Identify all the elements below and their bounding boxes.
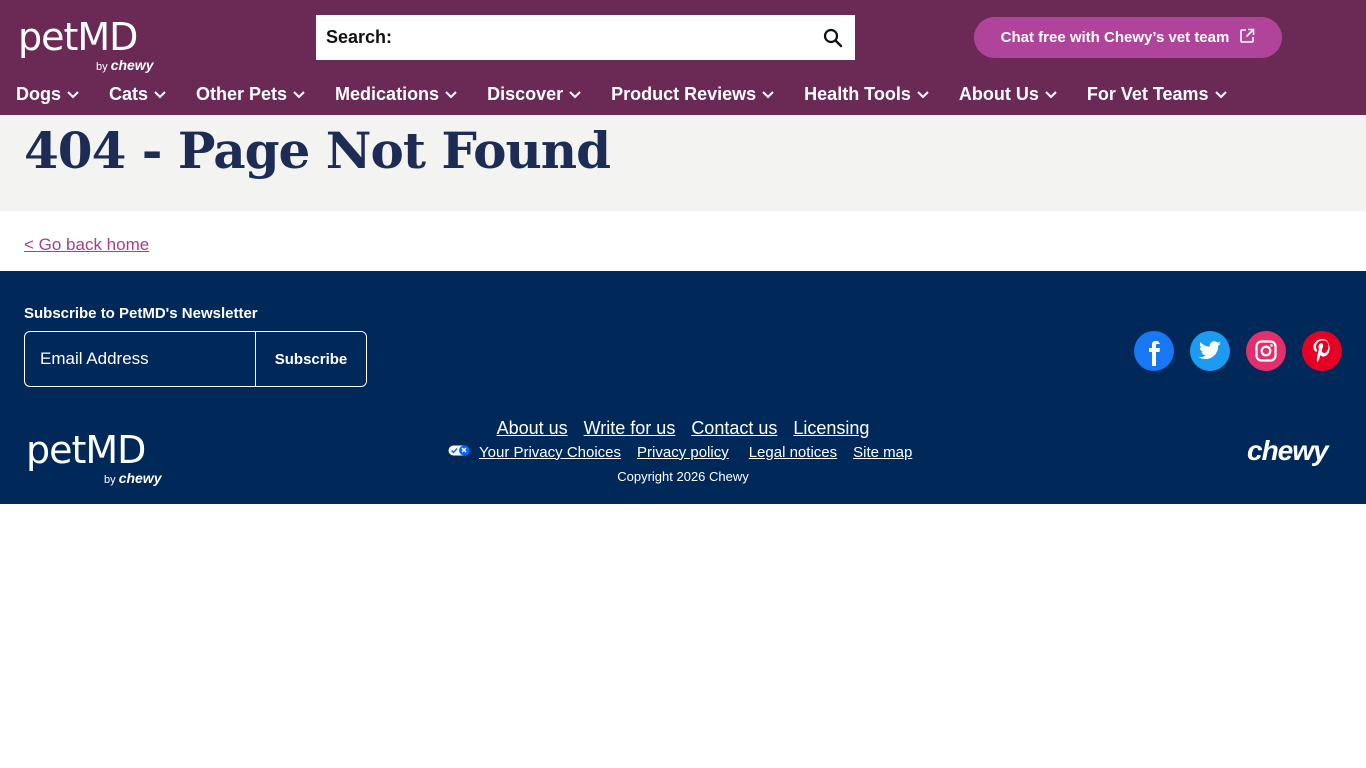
privacy-choices-icon — [448, 443, 470, 461]
nav-label: Discover — [487, 83, 564, 104]
nav-item-about-us[interactable]: About Us — [959, 84, 1057, 105]
nav-label: Medications — [335, 83, 440, 104]
chevron-down-icon — [293, 91, 305, 99]
footer-secondary-links: Your Privacy Choices Privacy policy Lega… — [448, 443, 912, 461]
chat-vet-button[interactable]: Chat free with Chewy’s vet team — [974, 17, 1282, 58]
nav-label: Dogs — [16, 83, 61, 104]
chewy-logo[interactable]: chewy — [1247, 435, 1329, 467]
nav-item-dogs[interactable]: Dogs — [16, 84, 79, 105]
nav-label: Cats — [109, 83, 149, 104]
main-nav: Dogs Cats Other Pets Medications Discove… — [16, 80, 1227, 108]
newsletter-form: Subscribe — [24, 331, 367, 387]
footer-link-write-for-us[interactable]: Write for us — [584, 418, 676, 439]
external-link-icon — [1239, 28, 1255, 48]
pinterest-icon[interactable] — [1302, 331, 1342, 371]
footer-link-legal-notices[interactable]: Legal notices — [749, 444, 837, 461]
chevron-down-icon — [1045, 91, 1057, 99]
logo-wordmark: petMD — [18, 15, 138, 59]
chevron-down-icon — [569, 91, 581, 99]
search-input[interactable] — [392, 15, 811, 60]
site-footer: Subscribe to PetMD's Newsletter Subscrib… — [0, 271, 1366, 504]
footer-link-privacy-choices[interactable]: Your Privacy Choices — [479, 444, 621, 461]
nav-item-medications[interactable]: Medications — [335, 84, 457, 105]
copyright-text: Copyright 2026 Chewy — [617, 469, 749, 484]
page-title: 404 - Page Not Found — [24, 121, 611, 180]
facebook-icon[interactable] — [1134, 331, 1174, 371]
chevron-down-icon — [917, 91, 929, 99]
footer-primary-links: About us Write for us Contact us Licensi… — [0, 418, 1366, 439]
footer-link-about-us[interactable]: About us — [497, 418, 568, 439]
search-icon[interactable] — [811, 15, 855, 60]
nav-label: About Us — [958, 83, 1039, 104]
nav-label: Other Pets — [196, 83, 288, 104]
petmd-logo[interactable]: petMD by chewy — [18, 16, 168, 74]
newsletter-title: Subscribe to PetMD's Newsletter — [24, 305, 258, 322]
nav-item-product-reviews[interactable]: Product Reviews — [611, 84, 774, 105]
instagram-icon[interactable] — [1246, 331, 1286, 371]
nav-item-discover[interactable]: Discover — [487, 84, 581, 105]
search-bar: Search: — [316, 15, 855, 60]
nav-label: Product Reviews — [611, 83, 757, 104]
chat-vet-label: Chat free with Chewy’s vet team — [1000, 29, 1230, 46]
email-field[interactable] — [25, 332, 255, 386]
logo-by: by — [96, 61, 108, 73]
footer-link-site-map[interactable]: Site map — [853, 444, 912, 461]
title-band: 404 - Page Not Found — [0, 115, 1366, 211]
subscribe-button[interactable]: Subscribe — [255, 332, 366, 386]
footer-link-licensing[interactable]: Licensing — [793, 418, 869, 439]
nav-item-for-vet-teams[interactable]: For Vet Teams — [1087, 84, 1227, 105]
nav-item-cats[interactable]: Cats — [109, 84, 166, 105]
logo-byline: by chewy — [96, 58, 154, 74]
chevron-down-icon — [1214, 91, 1227, 99]
chevron-down-icon — [762, 91, 774, 99]
footer-link-contact-us[interactable]: Contact us — [691, 418, 777, 439]
chevron-down-icon — [154, 91, 166, 99]
footer-link-privacy-policy[interactable]: Privacy policy — [637, 444, 729, 461]
nav-label: For Vet Teams — [1086, 83, 1209, 104]
chevron-down-icon — [67, 91, 79, 99]
nav-item-health-tools[interactable]: Health Tools — [804, 84, 929, 105]
nav-item-other-pets[interactable]: Other Pets — [196, 84, 305, 105]
logo-brand: chewy — [110, 57, 154, 73]
go-back-home-link[interactable]: < Go back home — [24, 235, 149, 255]
chevron-down-icon — [445, 91, 457, 99]
twitter-icon[interactable] — [1190, 331, 1230, 371]
search-label: Search: — [326, 27, 393, 47]
site-header: petMD by chewy Search: Chat free with Ch… — [0, 0, 1366, 115]
nav-label: Health Tools — [804, 83, 911, 104]
